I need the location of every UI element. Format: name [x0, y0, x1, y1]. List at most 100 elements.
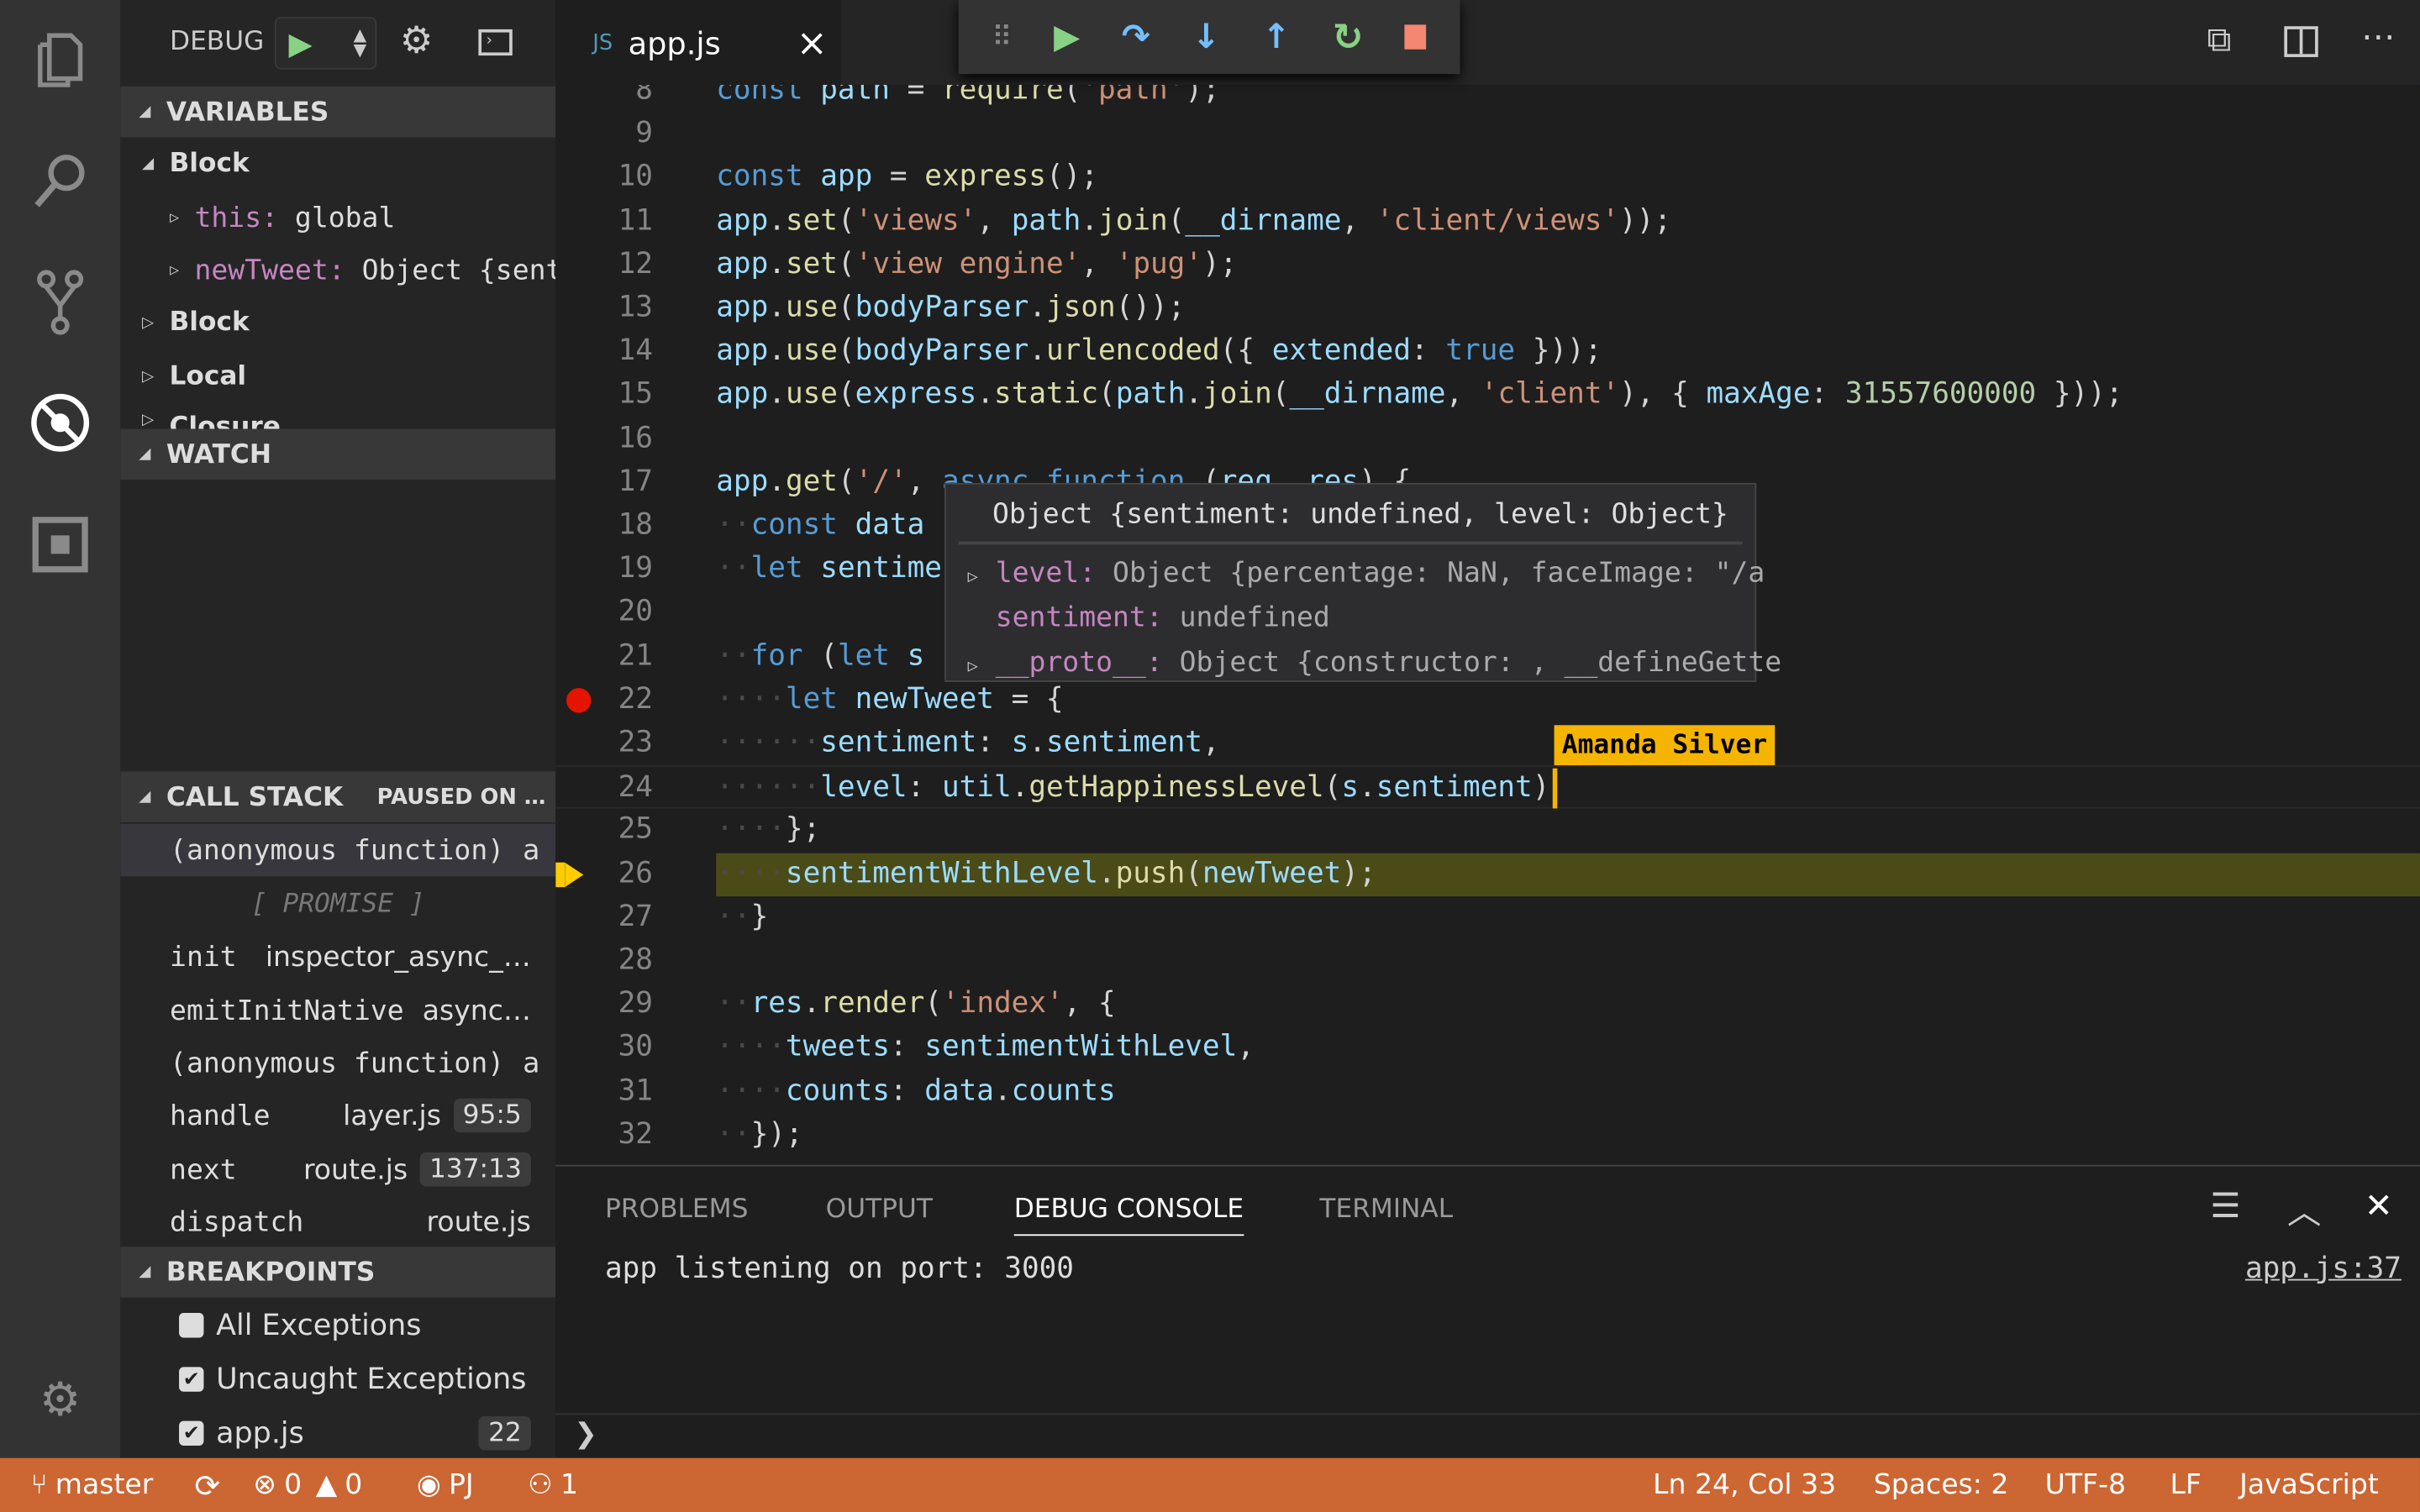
encoding[interactable]: UTF-8 [2045, 1458, 2126, 1512]
panel-tab-problems[interactable]: PROBLEMS [605, 1194, 748, 1226]
scope-block[interactable]: ◢ Block [120, 137, 555, 189]
line-number: 20 [618, 596, 653, 629]
sync-icon[interactable]: ⟳ [194, 1458, 220, 1512]
indentation[interactable]: Spaces: 2 [1874, 1458, 2009, 1512]
maximize-panel-icon[interactable]: ︿ [2287, 1185, 2321, 1235]
hover-property-row[interactable]: ▷ level: Object {percentage: NaN, faceIma… [968, 551, 1765, 596]
code-line[interactable]: 10 const app = express(); [555, 156, 2420, 200]
breakpoint-item[interactable]: All Exceptions [120, 1299, 555, 1352]
explorer-icon[interactable] [28, 28, 92, 92]
debug-icon[interactable] [28, 391, 92, 455]
debug-settings-gear-icon[interactable]: ⚙ [400, 18, 434, 61]
source-control-icon[interactable] [28, 270, 92, 335]
code-line[interactable]: 24 ······level: util.getHappinessLevel(s.… [555, 765, 2420, 810]
hover-property-row[interactable]: ▷ __proto__: Object {constructor: , __def… [968, 640, 1782, 685]
code-line[interactable]: 25 ····}; [555, 809, 2420, 853]
frame-name: init [170, 940, 237, 974]
stop-icon[interactable] [1405, 24, 1427, 50]
warning-count: 0 [345, 1468, 363, 1502]
scope-block-2[interactable]: ▷ Block [120, 297, 555, 349]
code-line[interactable]: 9 [555, 113, 2420, 156]
tab-app-js[interactable]: JS app.js × [555, 0, 842, 86]
code-line[interactable]: 13 app.use(bodyParser.json()); [555, 287, 2420, 331]
live-share-indicator[interactable]: ◉ PJ [417, 1458, 474, 1512]
checkbox[interactable]: ✔ [179, 1367, 204, 1392]
panel-tab-terminal[interactable]: TERMINAL [1319, 1194, 1453, 1226]
console-source-link[interactable]: app.js:37 [2245, 1252, 2402, 1285]
collaborator-cursor [1552, 769, 1558, 809]
more-actions-icon[interactable]: ⋯ [2361, 18, 2395, 57]
debug-config-select[interactable]: ▶ ▲ ▼ [274, 17, 377, 70]
call-stack-frame[interactable]: next route.js 137:13 [120, 1143, 555, 1195]
code-token: , [1081, 248, 1116, 281]
code-token: ({ [1219, 334, 1272, 368]
code-token: )); [1619, 204, 1672, 238]
code-line[interactable]: 22 ····let newTweet = { [555, 679, 2420, 722]
code-line[interactable]: 8 const path = require('path'); [555, 85, 2420, 113]
problems-indicator[interactable]: ⊗ 0 ▲ 0 [253, 1458, 362, 1512]
code-line[interactable]: 14 app.use(bodyParser.urlencoded({ extend… [555, 330, 2420, 374]
scope-local[interactable]: ▷ Local [120, 350, 555, 402]
close-tab-icon[interactable]: × [797, 21, 828, 64]
clear-console-icon[interactable]: ☰ [2210, 1188, 2240, 1226]
restart-icon[interactable]: ↻ [1333, 15, 1364, 58]
call-stack-frame[interactable]: emitInitNative async… [120, 984, 555, 1037]
call-stack-section-header[interactable]: ◢ CALL STACK PAUSED ON … [120, 771, 556, 822]
breakpoint-item[interactable]: ✔ Uncaught Exceptions [120, 1353, 555, 1405]
checkbox[interactable]: ✔ [179, 1420, 204, 1446]
open-preview-icon[interactable]: ⧉ [2207, 22, 2232, 60]
expand-icon: ▷ [141, 368, 155, 386]
call-stack-frame[interactable]: (anonymous function) a [120, 1037, 555, 1089]
variables-section-header[interactable]: ◢ VARIABLES [120, 86, 556, 138]
watch-section-header[interactable]: ◢ WATCH [120, 428, 556, 480]
code-token: s [1341, 771, 1360, 805]
drag-handle-icon[interactable]: ⠿ [992, 21, 1012, 54]
panel-tab-output[interactable]: OUTPUT [826, 1194, 933, 1226]
call-stack-frame[interactable]: handle layer.js 95:5 [120, 1089, 555, 1142]
extensions-icon[interactable] [28, 512, 92, 577]
debug-console-icon[interactable]: › [478, 29, 513, 56]
continue-icon[interactable]: ▶ [1054, 18, 1080, 56]
code-line[interactable]: 16 [555, 417, 2420, 461]
step-into-icon[interactable]: ↓ [1192, 18, 1220, 56]
call-stack-frame[interactable]: dispatch route.js [120, 1195, 555, 1247]
breakpoints-section-header[interactable]: ◢ BREAKPOINTS [120, 1247, 556, 1298]
code-line[interactable]: 29 ··res.render('index', { [555, 983, 2420, 1026]
call-stack-frame[interactable]: (anonymous function) a [120, 823, 556, 877]
code-line[interactable]: 31 ····counts: data.counts [555, 1070, 2420, 1114]
code-line[interactable]: 26 ····sentimentWithLevel.push(newTweet); [618, 852, 2420, 896]
panel-tab-debug-console[interactable]: DEBUG CONSOLE [1013, 1194, 1244, 1236]
close-panel-icon[interactable]: ✕ [2365, 1188, 2393, 1226]
step-over-icon[interactable]: ↷ [1122, 18, 1150, 56]
code-line[interactable]: 15 app.use(express.static(path.join(__dir… [555, 374, 2420, 417]
breakpoint-icon[interactable] [566, 687, 592, 713]
code-line[interactable]: 23 ······sentiment: s.sentiment, [555, 722, 2420, 766]
expand-icon: ▷ [141, 412, 155, 429]
code-line[interactable]: 30 ····tweets: sentimentWithLevel, [555, 1026, 2420, 1070]
call-stack-frame[interactable]: init inspector_async_… [120, 931, 555, 983]
step-out-icon[interactable]: ↑ [1262, 18, 1291, 56]
start-debugging-icon[interactable]: ▶ [288, 24, 334, 61]
cursor-position[interactable]: Ln 24, Col 33 [1653, 1458, 1836, 1512]
line-ending[interactable]: LF [2170, 1458, 2201, 1512]
checkbox[interactable] [179, 1313, 204, 1338]
settings-gear-icon[interactable]: ⚙ [28, 1367, 92, 1431]
console-input[interactable]: ❯ [574, 1418, 597, 1451]
branch-name: master [55, 1468, 154, 1502]
split-editor-icon[interactable] [2284, 26, 2318, 57]
variable-newTweet[interactable]: ▷ newTweet: Object {sent… [120, 244, 555, 296]
scope-label: Local [169, 360, 247, 392]
variable-this[interactable]: ▷ this: global [120, 192, 555, 244]
participants-indicator[interactable]: ⚇ 1 [528, 1458, 578, 1512]
search-icon[interactable] [28, 148, 92, 213]
breakpoint-item[interactable]: ✔ app.js 22 [120, 1407, 555, 1458]
code-line[interactable]: 32 ··}); [555, 1114, 2420, 1158]
code-line[interactable]: 27 ··} [555, 896, 2420, 940]
language-mode[interactable]: JavaScript [2239, 1458, 2379, 1512]
code-line[interactable]: 11 app.set('views', path.join(__dirname, … [555, 200, 2420, 244]
code-line[interactable]: 12 app.set('view engine', 'pug'); [555, 244, 2420, 287]
code-token: bodyParser [855, 334, 1029, 368]
scope-closure[interactable]: ▷ Closure [120, 404, 555, 428]
code-line[interactable]: 28 [555, 940, 2420, 984]
branch-indicator[interactable]: ⑂ master [31, 1458, 154, 1512]
